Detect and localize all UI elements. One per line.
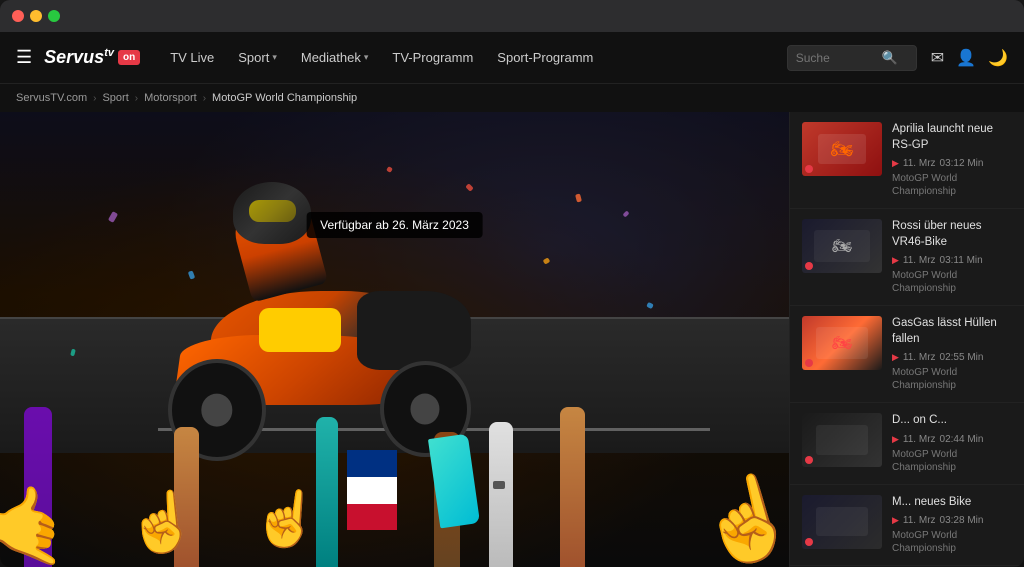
search-input[interactable] xyxy=(796,51,876,65)
mail-icon[interactable]: ✉ xyxy=(931,48,944,68)
sidebar-title-3: D... on C... xyxy=(892,413,1012,429)
sidebar-title-2: GasGas lässt Hüllen fallen xyxy=(892,316,1012,347)
sidebar-meta-2: ▶ 11. Mrz 02:55 Min xyxy=(892,352,1012,363)
breadcrumb-sep-3: › xyxy=(203,93,206,104)
nav-icons: ✉ 👤 🌙 xyxy=(931,48,1008,68)
nav-tv-live[interactable]: TV Live xyxy=(160,44,224,71)
sidebar-info-4: M... neues Bike ▶ 11. Mrz 03:28 Min Moto… xyxy=(892,495,1012,556)
sidebar-meta-0: ▶ 11. Mrz 03:12 Min xyxy=(892,158,1012,169)
sidebar-meta-1: ▶ 11. Mrz 03:11 Min xyxy=(892,255,1012,266)
breadcrumb: ServusTV.com › Sport › Motorsport › Moto… xyxy=(0,84,1024,112)
sidebar-title-0: Aprilia launcht neue RS-GP xyxy=(892,122,1012,153)
meta-play-icon-4: ▶ xyxy=(892,515,899,526)
nav-sport[interactable]: Sport ▾ xyxy=(228,44,287,71)
play-indicator-0 xyxy=(805,165,813,173)
sidebar-meta-3: ▶ 11. Mrz 02:44 Min xyxy=(892,434,1012,445)
play-indicator-2 xyxy=(805,359,813,367)
breadcrumb-sport[interactable]: Sport xyxy=(102,92,128,104)
flag-1 xyxy=(347,450,397,530)
breadcrumb-current: MotoGP World Championship xyxy=(212,92,357,104)
navbar: ☰ Servustv on TV Live Sport ▾ Mediathek … xyxy=(0,32,1024,84)
sidebar-item-0[interactable]: 🏍 Aprilia launcht neue RS-GP ▶ 11. Mrz 0… xyxy=(790,112,1024,209)
sidebar-date-1: 11. Mrz xyxy=(903,255,936,266)
sidebar-info-0: Aprilia launcht neue RS-GP ▶ 11. Mrz 03:… xyxy=(892,122,1012,198)
on-badge: on xyxy=(118,50,140,65)
meta-play-icon-1: ▶ xyxy=(892,255,899,266)
hamburger-menu[interactable]: ☰ xyxy=(16,47,32,68)
chevron-down-icon: ▾ xyxy=(272,52,277,63)
sidebar-duration-2: 02:55 Min xyxy=(940,352,984,363)
sidebar-category-3: MotoGP WorldChampionship xyxy=(892,448,1012,474)
meta-play-icon-0: ▶ xyxy=(892,158,899,169)
sidebar-thumb-4 xyxy=(802,495,882,549)
sidebar-category-1: MotoGP WorldChampionship xyxy=(892,269,1012,295)
sidebar-date-4: 11. Mrz xyxy=(903,515,936,526)
logo-text: Servustv xyxy=(44,47,114,68)
sidebar-date-0: 11. Mrz xyxy=(903,158,936,169)
arm-white xyxy=(489,422,513,567)
sidebar-duration-0: 03:12 Min xyxy=(940,158,984,169)
breadcrumb-sep-2: › xyxy=(135,93,138,104)
sidebar-meta-4: ▶ 11. Mrz 03:28 Min xyxy=(892,515,1012,526)
breadcrumb-home[interactable]: ServusTV.com xyxy=(16,92,87,104)
sidebar-item-2[interactable]: 🏍 GasGas lässt Hüllen fallen ▶ 11. Mrz 0… xyxy=(790,306,1024,403)
theme-icon[interactable]: 🌙 xyxy=(988,48,1008,68)
meta-play-icon-3: ▶ xyxy=(892,434,899,445)
sidebar-duration-1: 03:11 Min xyxy=(940,255,983,266)
sidebar-thumb-1: 🏍 xyxy=(802,219,882,273)
search-icon: 🔍 xyxy=(882,50,898,66)
chevron-down-icon: ▾ xyxy=(364,52,369,63)
sidebar-thumb-3 xyxy=(802,413,882,467)
user-icon[interactable]: 👤 xyxy=(956,48,976,68)
nav-mediathek[interactable]: Mediathek ▾ xyxy=(291,44,379,71)
sidebar-item-4[interactable]: M... neues Bike ▶ 11. Mrz 03:28 Min Moto… xyxy=(790,485,1024,567)
close-button[interactable] xyxy=(12,10,24,22)
sidebar-item-3[interactable]: D... on C... ▶ 11. Mrz 02:44 Min MotoGP … xyxy=(790,403,1024,485)
sidebar-duration-4: 03:28 Min xyxy=(940,515,984,526)
nav-sport-programm[interactable]: Sport-Programm xyxy=(487,44,603,71)
watch xyxy=(493,481,505,489)
play-indicator-4 xyxy=(805,538,813,546)
play-indicator-1 xyxy=(805,262,813,270)
sidebar-title-4: M... neues Bike xyxy=(892,495,1012,511)
availability-badge: Verfügbar ab 26. März 2023 xyxy=(306,212,483,238)
logo[interactable]: Servustv on xyxy=(44,47,140,68)
foam-finger-right: ☝️ xyxy=(687,462,789,567)
meta-play-icon-2: ▶ xyxy=(892,352,899,363)
fans-layer: 🤙 ☝️ ☝️ xyxy=(0,362,789,567)
sidebar-info-3: D... on C... ▶ 11. Mrz 02:44 Min MotoGP … xyxy=(892,413,1012,474)
maximize-button[interactable] xyxy=(48,10,60,22)
breadcrumb-motorsport[interactable]: Motorsport xyxy=(144,92,197,104)
foam-finger-3: ☝️ xyxy=(250,483,324,554)
sidebar-category-4: MotoGP WorldChampionship xyxy=(892,529,1012,555)
nav-tv-programm[interactable]: TV-Programm xyxy=(382,44,483,71)
sidebar-info-1: Rossi über neues VR46-Bike ▶ 11. Mrz 03:… xyxy=(892,219,1012,295)
foam-finger-1: 🤙 xyxy=(0,475,81,567)
foam-finger-2: ☝️ xyxy=(123,486,201,560)
video-player[interactable]: Verfügbar ab 26. März 2023 🤙 ☝️ xyxy=(0,112,789,567)
sidebar-date-2: 11. Mrz xyxy=(903,352,936,363)
sidebar-thumb-0: 🏍 xyxy=(802,122,882,176)
sidebar-date-3: 11. Mrz xyxy=(903,434,936,445)
sidebar-category-2: MotoGP WorldChampionship xyxy=(892,366,1012,392)
sidebar: 🏍 Aprilia launcht neue RS-GP ▶ 11. Mrz 0… xyxy=(789,112,1024,567)
minimize-button[interactable] xyxy=(30,10,42,22)
sidebar-info-2: GasGas lässt Hüllen fallen ▶ 11. Mrz 02:… xyxy=(892,316,1012,392)
sidebar-duration-3: 02:44 Min xyxy=(940,434,984,445)
search-box[interactable]: 🔍 xyxy=(787,45,917,71)
sidebar-item-1[interactable]: 🏍 Rossi über neues VR46-Bike ▶ 11. Mrz 0… xyxy=(790,209,1024,306)
breadcrumb-sep-1: › xyxy=(93,93,96,104)
sidebar-category-0: MotoGP WorldChampionship xyxy=(892,172,1012,198)
arm-skin-2 xyxy=(560,407,585,567)
sidebar-thumb-2: 🏍 xyxy=(802,316,882,370)
sidebar-title-1: Rossi über neues VR46-Bike xyxy=(892,219,1012,250)
